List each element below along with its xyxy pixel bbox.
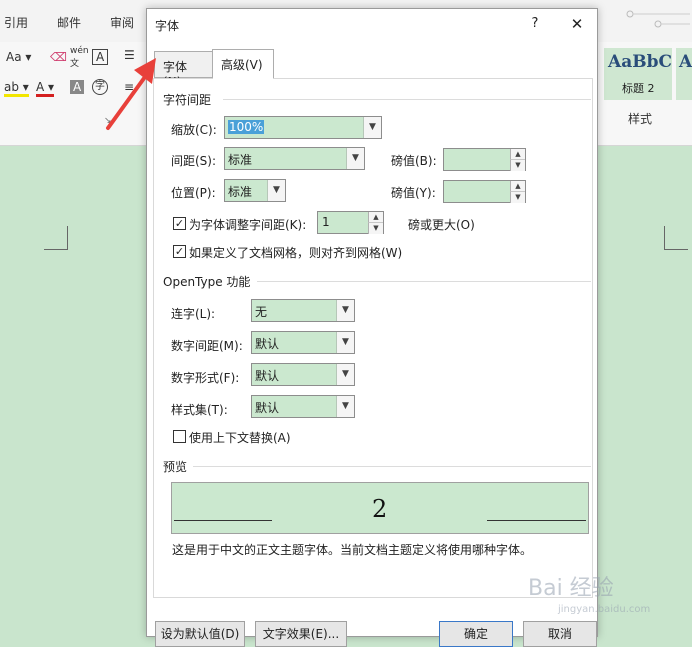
grid-checkbox[interactable]: ✓: [173, 245, 186, 258]
ligatures-combo[interactable]: 无 ▼: [251, 299, 355, 322]
kerning-suffix: 磅或更大(O): [408, 218, 475, 232]
tab-font[interactable]: 字体(N): [154, 51, 212, 89]
spin-down-icon[interactable]: ▼: [510, 192, 525, 203]
styles-group-label: 样式: [628, 112, 653, 126]
preview-note: 这是用于中文的正文主题字体。当前文档主题定义将使用哪种字体。: [172, 543, 533, 557]
align-icon[interactable]: ≡: [124, 80, 134, 94]
style-next[interactable]: A: [676, 48, 692, 100]
number-spacing-value: 默认: [255, 337, 280, 351]
style-heading2[interactable]: AaBbC 标题 2: [604, 48, 672, 100]
number-spacing-combo[interactable]: 默认 ▼: [251, 331, 355, 354]
position-label: 位置(P):: [171, 186, 216, 200]
preview-baseline-right: [487, 520, 586, 521]
dialog-title: 字体: [155, 19, 180, 33]
chevron-down-icon[interactable]: ▼: [336, 364, 354, 385]
ligatures-label: 连字(L):: [171, 307, 216, 321]
scale-label: 缩放(C):: [171, 123, 217, 137]
tab-review[interactable]: 审阅: [110, 14, 134, 31]
ok-button[interactable]: 确定: [439, 621, 513, 647]
tab-mailings[interactable]: 邮件: [57, 14, 81, 31]
contextual-checkbox[interactable]: [173, 430, 186, 443]
scale-combo[interactable]: 100% ▼: [224, 116, 382, 139]
baidu-watermark-url: jingyan.baidu.com: [558, 604, 651, 615]
dialog-title-bar[interactable]: 字体 ? ✕: [147, 9, 597, 39]
position-combo[interactable]: 标准 ▼: [224, 179, 286, 202]
bullet-list-icon[interactable]: ☰: [124, 48, 135, 62]
chevron-down-icon[interactable]: ▼: [336, 396, 354, 417]
tab-references[interactable]: 引用: [4, 14, 28, 31]
baidu-watermark-logo: Bai 经验: [528, 576, 614, 601]
spin-down-icon[interactable]: ▼: [510, 160, 525, 171]
cancel-button[interactable]: 取消: [523, 621, 597, 647]
style-sample: AaBbC: [608, 52, 672, 72]
margin-corner-right: [664, 226, 688, 250]
kerning-value: 1: [322, 215, 330, 229]
preview-baseline-left: [174, 520, 272, 521]
help-button[interactable]: ?: [525, 14, 545, 34]
chevron-down-icon[interactable]: ▼: [336, 332, 354, 353]
decorative-circuit-icon: [626, 10, 690, 28]
spin-up-icon[interactable]: ▲: [510, 181, 525, 192]
stylistic-sets-value: 默认: [255, 401, 280, 415]
scale-value: 100%: [228, 120, 265, 134]
position-by-label: 磅值(Y):: [391, 186, 436, 200]
number-forms-combo[interactable]: 默认 ▼: [251, 363, 355, 386]
number-spacing-label: 数字间距(M):: [171, 339, 243, 353]
preview-text: 2: [372, 495, 388, 523]
stylistic-sets-combo[interactable]: 默认 ▼: [251, 395, 355, 418]
text-effects-button[interactable]: 文字效果(E)...: [255, 621, 347, 647]
preview-box: 2: [171, 482, 589, 534]
contextual-label: 使用上下文替换(A): [189, 431, 291, 445]
chevron-down-icon[interactable]: ▼: [346, 148, 364, 169]
style-name: 标题 2: [622, 82, 655, 95]
spacing-combo[interactable]: 标准 ▼: [224, 147, 365, 170]
pinyin-guide-button[interactable]: wén 文: [70, 46, 89, 69]
kerning-checkbox[interactable]: ✓: [173, 217, 186, 230]
position-value: 标准: [228, 185, 253, 199]
chevron-down-icon[interactable]: ▼: [267, 180, 285, 201]
dialog-launcher-icon[interactable]: ↘: [104, 116, 112, 126]
spacing-by-label: 磅值(B):: [391, 154, 437, 168]
chevron-down-icon[interactable]: ▼: [336, 300, 354, 321]
section-opentype: OpenType 功能: [163, 275, 251, 289]
spacing-by-spinner[interactable]: ▲ ▼: [443, 148, 526, 171]
close-button[interactable]: ✕: [565, 14, 589, 34]
clear-format-icon[interactable]: ⌫: [50, 50, 67, 64]
set-default-button[interactable]: 设为默认值(D): [155, 621, 245, 647]
highlight-icon[interactable]: ab ▾: [4, 80, 29, 97]
char-border-icon[interactable]: A: [92, 49, 109, 65]
kerning-spinner[interactable]: 1 ▲ ▼: [317, 211, 384, 234]
divider: [193, 466, 591, 467]
divider: [223, 99, 591, 100]
number-forms-value: 默认: [255, 369, 280, 383]
font-color-icon[interactable]: A ▾: [36, 80, 55, 97]
section-preview: 预览: [163, 460, 188, 474]
position-by-spinner[interactable]: ▲ ▼: [443, 180, 526, 203]
grid-label: 如果定义了文档网格，则对齐到网格(W): [189, 246, 403, 260]
divider: [257, 281, 591, 282]
kerning-label: 为字体调整字间距(K):: [189, 218, 307, 232]
spin-up-icon[interactable]: ▲: [510, 149, 525, 160]
stylistic-sets-label: 样式集(T):: [171, 403, 228, 417]
spin-up-icon[interactable]: ▲: [368, 212, 383, 223]
enclose-char-icon[interactable]: 字: [92, 79, 108, 95]
char-shading-icon[interactable]: A: [70, 80, 85, 94]
chevron-down-icon[interactable]: ▼: [363, 117, 381, 138]
font-dialog: 字体 ? ✕ 字体(N) 高级(V) 字符间距 缩放(C): 100% ▼ 间距…: [146, 8, 598, 647]
number-forms-label: 数字形式(F):: [171, 371, 240, 385]
section-char-spacing: 字符间距: [163, 93, 212, 107]
ligatures-value: 无: [255, 305, 268, 319]
font-size-button[interactable]: Aa ▾: [6, 50, 31, 64]
spacing-value: 标准: [228, 153, 253, 167]
tab-advanced[interactable]: 高级(V): [212, 49, 274, 79]
spin-down-icon[interactable]: ▼: [368, 223, 383, 234]
spacing-label: 间距(S):: [171, 154, 217, 168]
margin-corner-left: [44, 226, 68, 250]
